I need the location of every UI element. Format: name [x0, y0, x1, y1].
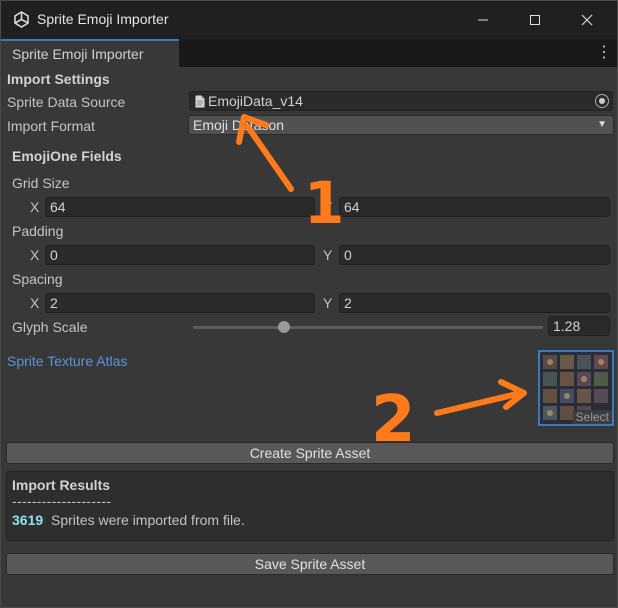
atlas-select-button[interactable]: Select: [572, 410, 612, 424]
arrow-2-icon: [434, 379, 527, 416]
maximize-button[interactable]: [509, 1, 561, 39]
glyph-scale-label: Glyph Scale: [12, 319, 88, 335]
text-asset-icon: [195, 95, 205, 108]
create-sprite-asset-button[interactable]: Create Sprite Asset: [6, 442, 614, 464]
tab-bar: Sprite Emoji Importer ⋮: [1, 39, 617, 67]
import-results-header: Import Results: [12, 477, 111, 493]
padding-x-label: X: [30, 247, 40, 263]
spacing-x-input[interactable]: 2: [45, 293, 315, 313]
grid-size-label: Grid Size: [12, 175, 70, 191]
import-settings-header: Import Settings: [7, 71, 110, 87]
glyph-scale-input[interactable]: 1.28: [548, 316, 610, 336]
spacing-y-label: Y: [323, 295, 333, 311]
import-results-panel: Import Results -------------------- 3619…: [6, 471, 614, 541]
import-format-label: Import Format: [7, 118, 95, 134]
emojione-fields-header: EmojiOne Fields: [12, 148, 122, 164]
close-button[interactable]: [561, 1, 613, 39]
sprite-data-source-field[interactable]: EmojiData_v14: [189, 91, 613, 111]
import-format-value: Emoji Datason: [193, 117, 285, 133]
spacing-label: Spacing: [12, 271, 63, 287]
glyph-scale-slider-track[interactable]: [193, 326, 543, 329]
padding-x-input[interactable]: 0: [45, 245, 315, 265]
importer-window: Sprite Emoji Importer Sprite Emoji Impor…: [0, 0, 618, 608]
imported-sprite-count: 3619: [12, 512, 44, 528]
minimize-button[interactable]: [457, 1, 509, 39]
padding-label: Padding: [12, 223, 64, 239]
object-picker-icon[interactable]: [595, 94, 609, 108]
title-bar: Sprite Emoji Importer: [1, 1, 617, 39]
padding-y-label: Y: [323, 247, 333, 263]
unity-logo-icon: [14, 11, 29, 28]
padding-y-input[interactable]: 0: [339, 245, 610, 265]
spacing-x-label: X: [30, 295, 40, 311]
grid-size-x-label: X: [30, 199, 40, 215]
glyph-scale-slider-thumb[interactable]: [278, 321, 290, 333]
close-icon: [581, 14, 593, 26]
sprite-texture-atlas-label: Sprite Texture Atlas: [7, 353, 128, 369]
import-format-dropdown[interactable]: Emoji Datason ▼: [188, 115, 614, 135]
window-title: Sprite Emoji Importer: [37, 11, 169, 27]
maximize-icon: [530, 15, 540, 25]
more-options-icon[interactable]: ⋮: [596, 43, 612, 63]
import-results-separator: --------------------: [12, 493, 112, 509]
sprite-data-source-value: EmojiData_v14: [208, 93, 303, 109]
save-sprite-asset-button[interactable]: Save Sprite Asset: [6, 553, 614, 575]
tab-sprite-emoji-importer[interactable]: Sprite Emoji Importer: [1, 39, 179, 67]
dropdown-arrow-icon: ▼: [597, 119, 607, 130]
sprite-data-source-label: Sprite Data Source: [7, 94, 126, 110]
grid-size-x-input[interactable]: 64: [45, 197, 315, 217]
grid-size-y-label: Y: [323, 199, 333, 215]
spacing-y-input[interactable]: 2: [339, 293, 610, 313]
sprite-texture-atlas-thumbnail[interactable]: Select: [538, 350, 614, 426]
minimize-icon: [478, 19, 488, 21]
import-results-message: Sprites were imported from file.: [51, 512, 245, 528]
grid-size-y-input[interactable]: 64: [339, 197, 610, 217]
